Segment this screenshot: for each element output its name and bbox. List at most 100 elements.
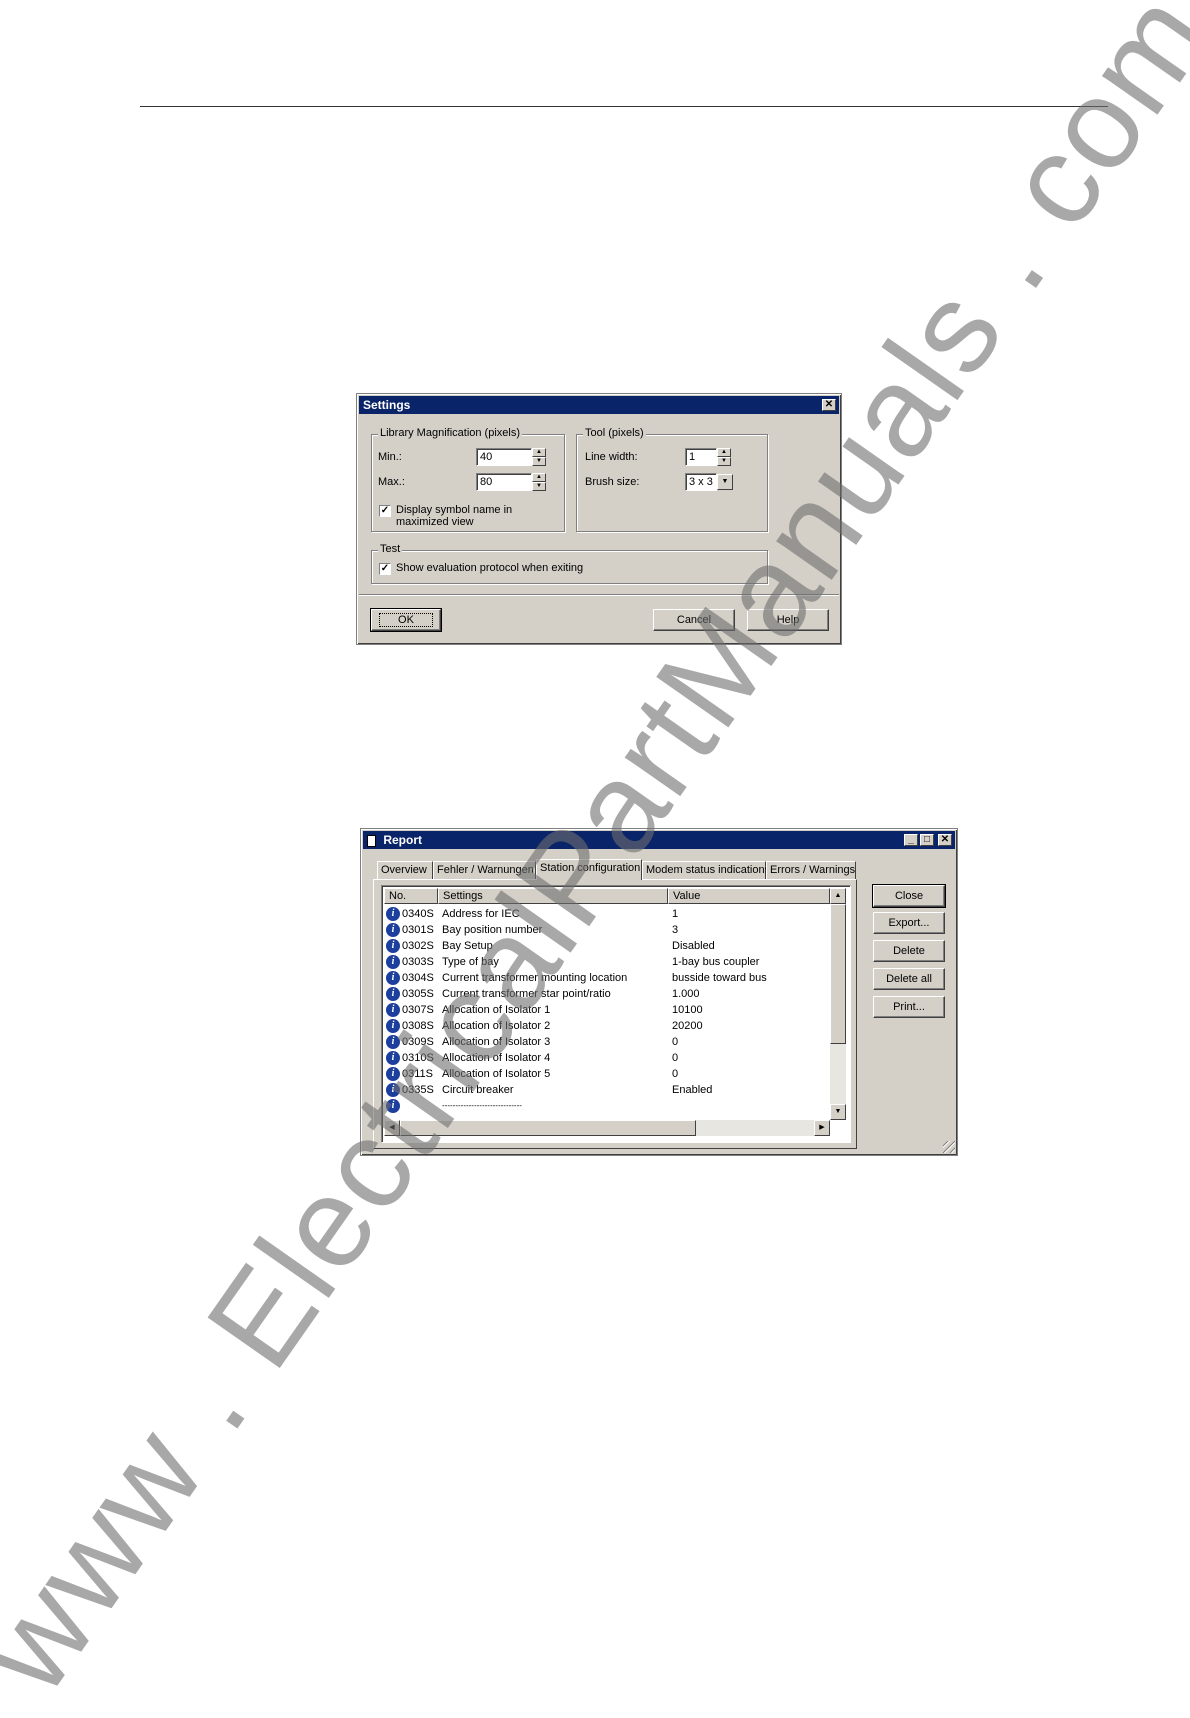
row-setting: Current transformer mounting location [442,972,628,984]
chevron-down-icon[interactable]: ▼ [717,474,733,490]
tab-modem-status-indications[interactable]: Modem status indications [642,861,770,879]
row-value: 1-bay bus coupler [672,956,760,968]
info-icon: i [386,1099,400,1113]
row-setting: Allocation of Isolator 2 [442,1020,551,1032]
max-label: Max.: [378,476,405,488]
table-row[interactable]: i 0308S Allocation of Isolator 2 20200 [384,1018,828,1034]
report-window: Report _ □ ✕ Overview Fehler / Warnungen… [360,828,958,1156]
row-no: 0340S [402,908,434,920]
test-legend: Test [378,543,403,555]
horizontal-scrollbar[interactable]: ◀ ▶ [384,1120,830,1136]
table-row[interactable]: i 0310S Allocation of Isolator 4 0 [384,1050,828,1066]
delete-button[interactable]: Delete [873,940,945,962]
close-button[interactable]: Close [872,884,946,908]
info-icon: i [386,1003,400,1017]
show-protocol-checkbox[interactable]: ✓ [379,563,391,575]
table-row[interactable]: i 0304S Current transformer mounting locat… [384,970,828,986]
table-row[interactable]: i 0311S Allocation of Isolator 5 0 [384,1066,828,1082]
station-configuration-list[interactable]: No. Settings Value i 0340S Address for IEC… [381,885,851,1143]
table-row[interactable]: i 0340S Address for IEC 1 [384,906,828,922]
close-icon[interactable]: ✕ [938,834,952,846]
row-value: Disabled [672,940,715,952]
minimize-icon[interactable]: _ [904,834,918,846]
info-icon: i [386,939,400,953]
info-icon: i [386,1019,400,1033]
row-no: 0308S [402,1020,434,1032]
column-header-no[interactable]: No. [384,888,438,904]
row-value: 3 [672,924,679,936]
column-header-settings[interactable]: Settings [438,888,668,904]
info-icon: i [386,907,400,921]
table-row[interactable]: i 0309S Allocation of Isolator 3 0 [384,1034,828,1050]
vertical-scroll-thumb[interactable] [830,904,846,1044]
column-header-value[interactable]: Value [668,888,830,904]
row-value: 20200 [672,1020,703,1032]
table-row[interactable]: i ------------------------------ [384,1098,828,1114]
min-label: Min.: [378,451,402,463]
row-no: 0304S [402,972,434,984]
scroll-left-icon[interactable]: ◀ [384,1120,400,1136]
vertical-scrollbar[interactable]: ▲ ▼ [830,888,846,1120]
info-icon: i [386,955,400,969]
row-no: 0311S [402,1068,433,1080]
info-icon: i [386,1083,400,1097]
row-setting: Bay Setup [442,940,493,952]
brush-size-select[interactable]: 3 x 3 [685,473,717,491]
row-value: 10100 [672,1004,703,1016]
display-symbol-label-line2: maximized view [396,516,474,528]
tool-pixels-group: Tool (pixels) Line width: 1 ▲ ▼ Brush siz… [576,427,768,532]
cancel-button[interactable]: Cancel [653,609,735,631]
spin-down-icon[interactable]: ▼ [532,457,546,466]
spin-up-icon[interactable]: ▲ [717,448,731,457]
maximize-icon[interactable]: □ [920,834,934,846]
scroll-up-icon[interactable]: ▲ [830,888,846,904]
spin-up-icon[interactable]: ▲ [532,448,546,457]
row-no: 0309S [402,1036,434,1048]
row-no: 0303S [402,956,434,968]
line-width-spinner[interactable]: ▲ ▼ [717,448,731,466]
table-row[interactable]: i 0303S Type of bay 1-bay bus coupler [384,954,828,970]
min-spinner[interactable]: ▲ ▼ [532,448,546,466]
row-value: 1.000 [672,988,700,1000]
spin-up-icon[interactable]: ▲ [532,473,546,482]
table-row[interactable]: i 0335S Circuit breaker Enabled [384,1082,828,1098]
page-header-rule [140,106,1108,107]
tab-fehler-warnungen[interactable]: Fehler / Warnungen [433,861,536,879]
tab-overview[interactable]: Overview [377,861,433,879]
horizontal-scroll-thumb[interactable] [400,1120,696,1136]
close-icon[interactable]: ✕ [822,399,836,411]
scroll-right-icon[interactable]: ▶ [814,1120,830,1136]
display-symbol-label-line1: Display symbol name in [396,504,513,516]
table-row[interactable]: i 0307S Allocation of Isolator 1 10100 [384,1002,828,1018]
display-symbol-checkbox[interactable]: ✓ [379,505,391,517]
delete-all-button[interactable]: Delete all [873,968,945,990]
report-title: Report [383,833,423,847]
row-setting: Address for IEC [442,908,520,920]
table-row[interactable]: i 0301S Bay position number 3 [384,922,828,938]
row-value: 0 [672,1036,679,1048]
scroll-down-icon[interactable]: ▼ [830,1104,846,1120]
spin-down-icon[interactable]: ▼ [532,482,546,491]
max-spinner[interactable]: ▲ ▼ [532,473,546,491]
max-input[interactable]: 80 [476,473,532,491]
min-input[interactable]: 40 [476,448,532,466]
table-row[interactable]: i 0305S Current transformer star point/rat… [384,986,828,1002]
tab-station-configuration[interactable]: Station configuration [536,859,642,880]
row-no: 0335S [402,1084,434,1096]
export-button[interactable]: Export... [873,912,945,934]
print-button[interactable]: Print... [873,996,945,1018]
line-width-input[interactable]: 1 [685,448,717,466]
ok-button[interactable]: OK [370,608,442,632]
spin-down-icon[interactable]: ▼ [717,457,731,466]
row-setting: Allocation of Isolator 3 [442,1036,551,1048]
help-button[interactable]: Help [747,609,829,631]
table-row[interactable]: i 0302S Bay Setup Disabled [384,938,828,954]
row-no: 0310S [402,1052,434,1064]
info-icon: i [386,1051,400,1065]
report-document-icon [367,834,376,847]
row-value: busside toward bus [672,972,767,984]
tab-errors-warnings[interactable]: Errors / Warnings [766,861,856,879]
resize-grip-icon[interactable] [943,1141,955,1153]
row-no: 0301S [402,924,434,936]
settings-titlebar: Settings ✕ [359,396,839,414]
